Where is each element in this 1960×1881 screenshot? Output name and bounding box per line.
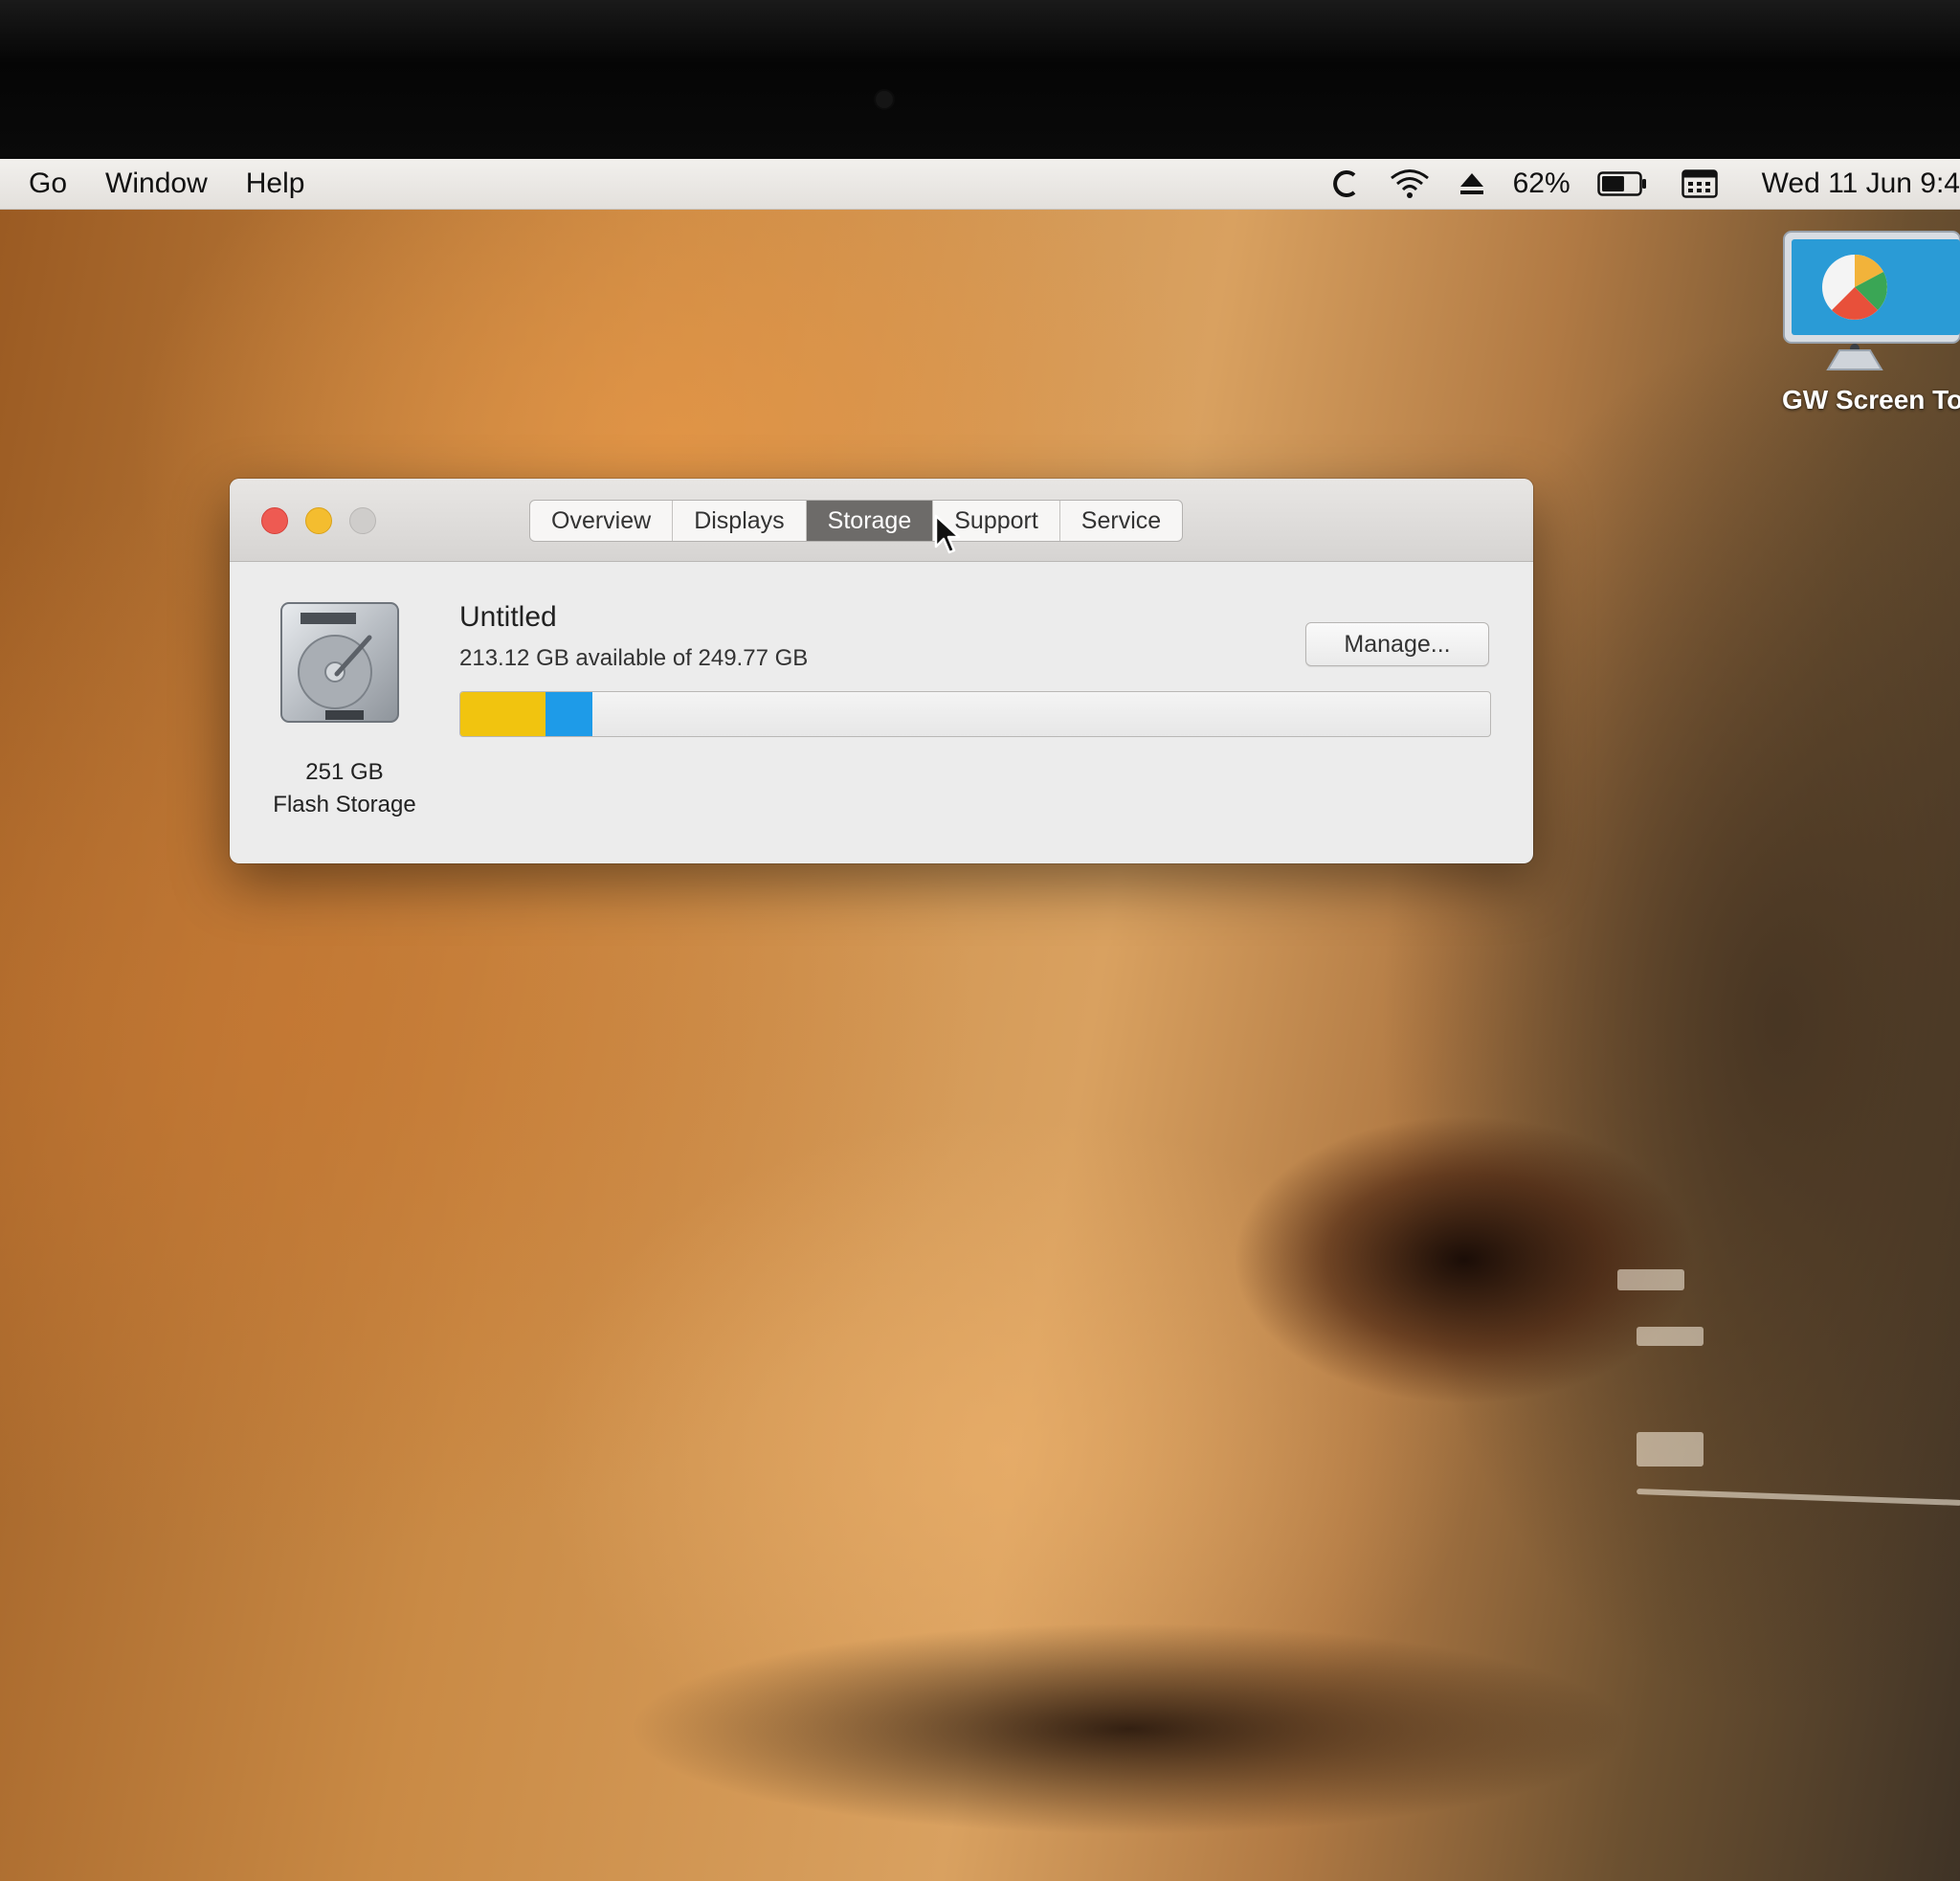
menu-go[interactable]: Go [0,168,86,200]
about-this-mac-window: Overview Displays Storage Support Servic… [230,479,1533,863]
light-streak [1637,1432,1704,1467]
volume-name: Untitled [459,601,557,633]
menu-bar: Go Window Help 62% Wed 11 Jun 9:4 [0,159,1960,210]
desktop-wallpaper [0,159,1960,1881]
menu-clock[interactable]: Wed 11 Jun 9:4 [1762,168,1960,200]
light-streak [1636,1489,1960,1506]
window-titlebar[interactable]: Overview Displays Storage Support Servic… [230,479,1533,562]
zoom-button[interactable] [349,507,376,534]
light-streak [1617,1269,1684,1290]
camera-dot [876,91,893,108]
wifi-icon[interactable] [1389,168,1431,200]
volume-availability: 213.12 GB available of 249.77 GB [459,645,809,671]
disk-type-label: Flash Storage [273,792,416,817]
mouse-pointer-icon [934,514,963,561]
eject-icon[interactable] [1458,169,1486,198]
minimize-button[interactable] [305,507,332,534]
hard-drive-icon [278,599,402,732]
storage-usage-bar [459,691,1491,737]
disk-size-label: 251 GB [305,759,384,785]
tab-displays[interactable]: Displays [673,501,807,541]
close-button[interactable] [261,507,288,534]
tab-overview[interactable]: Overview [530,501,674,541]
battery-percent[interactable]: 62% [1513,168,1570,200]
light-streak [1637,1327,1704,1346]
tab-bar: Overview Displays Storage Support Servic… [529,500,1184,542]
storage-segment-other [546,692,592,736]
menu-window[interactable]: Window [86,168,227,200]
status-area: 62% Wed 11 Jun 9:4 [1329,159,1960,209]
manage-button[interactable]: Manage... [1305,622,1489,666]
disk-capacity: 251 GB Flash Storage [249,756,440,821]
desktop-app-label[interactable]: GW Screen To [1782,385,1960,415]
menu-help[interactable]: Help [227,168,324,200]
storage-segment-apps [460,692,546,736]
battery-icon[interactable] [1596,170,1647,197]
storage-segment-purgeable [592,692,612,736]
keyboard-viewer-icon[interactable] [1681,168,1718,199]
screen-bezel [0,0,1960,159]
tab-storage[interactable]: Storage [806,501,934,541]
tab-service[interactable]: Service [1060,501,1182,541]
app-c-icon[interactable] [1329,168,1362,200]
